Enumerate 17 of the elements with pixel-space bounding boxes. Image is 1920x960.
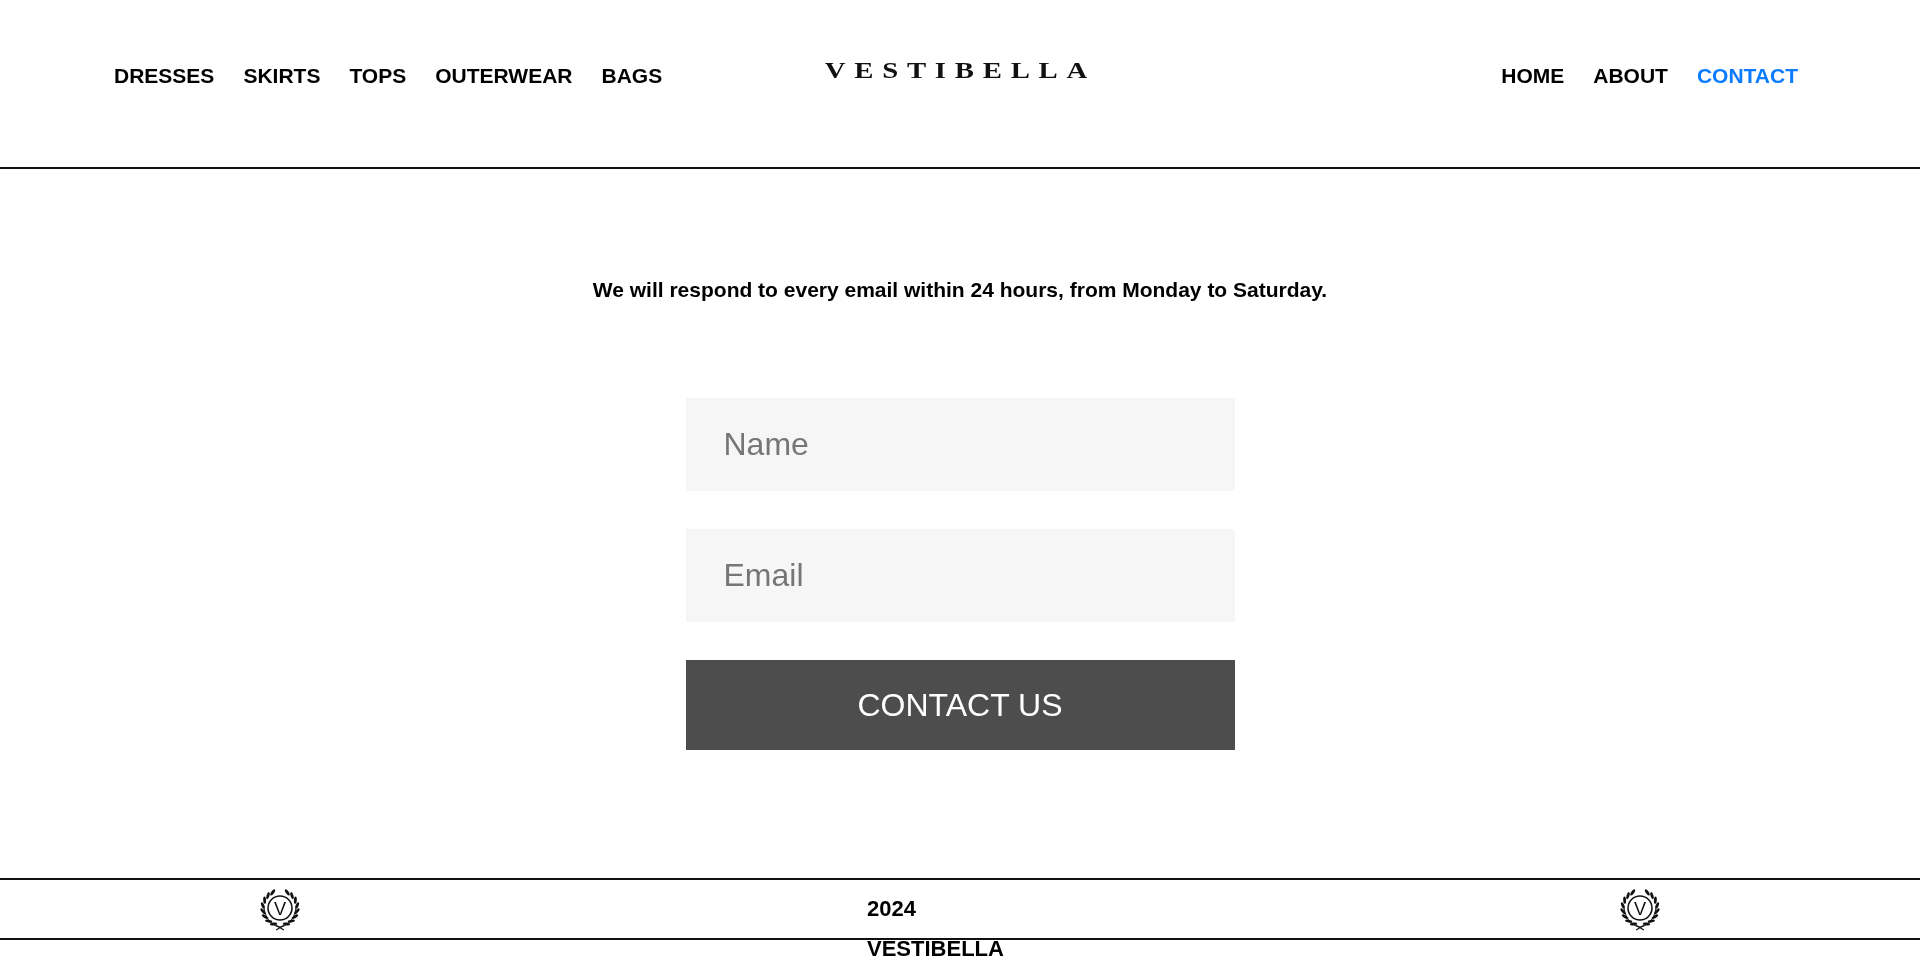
input-field[interactable]: Email: [685, 529, 1235, 622]
monogram-logo: V: [1617, 886, 1663, 932]
nav-link[interactable]: DRESSES: [114, 63, 215, 89]
logo[interactable]: VESTIBELLA: [816, 58, 1096, 84]
intro-text: We will respond to every email within 24 hours, from Monday to Saturday.: [592, 277, 1328, 302]
nav-link[interactable]: CONTACT: [1696, 63, 1798, 89]
nav-link[interactable]: ABOUT: [1593, 63, 1668, 89]
nav-link[interactable]: OUTERWEAR: [435, 63, 573, 89]
copyright-year: 2024: [867, 895, 917, 923]
footer-brand-name: VESTIBELLA: [867, 940, 1005, 958]
nav-link[interactable]: HOME: [1501, 63, 1565, 89]
nav-link[interactable]: BAGS: [601, 63, 663, 89]
nav-link[interactable]: TOPS: [349, 63, 407, 89]
input-field[interactable]: Name: [685, 398, 1235, 491]
nav-link[interactable]: SKIRTS: [243, 63, 321, 89]
contact-button[interactable]: CONTACT US: [685, 660, 1235, 750]
monogram-logo: V: [257, 886, 303, 932]
